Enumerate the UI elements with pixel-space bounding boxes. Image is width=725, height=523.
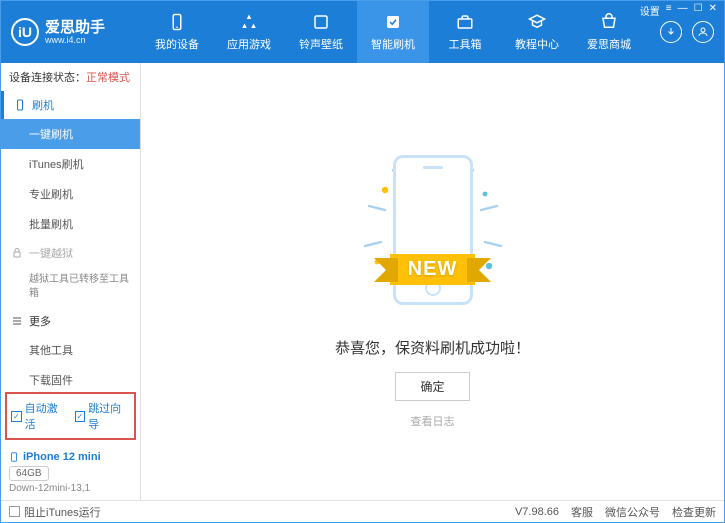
device-name[interactable]: iPhone 12 mini bbox=[9, 450, 132, 464]
sidebar-section-more[interactable]: 更多 bbox=[1, 307, 140, 335]
sidebar-item-batch-flash[interactable]: 批量刷机 bbox=[1, 209, 140, 239]
sidebar-item-oneclick-flash[interactable]: 一键刷机 bbox=[1, 119, 140, 149]
phone-icon bbox=[9, 450, 19, 464]
sidebar: 设备连接状态：正常模式 刷机 一键刷机 iTunes刷机 专业刷机 批量刷机 一… bbox=[1, 63, 141, 500]
user-button[interactable] bbox=[692, 21, 714, 43]
nav-store[interactable]: 爱思商城 bbox=[573, 1, 645, 63]
menu-icon[interactable]: ≡ bbox=[666, 3, 672, 18]
checkbox-icon: ✓ bbox=[75, 411, 86, 422]
device-model: Down-12mini-13,1 bbox=[9, 483, 132, 494]
nav-my-device[interactable]: 我的设备 bbox=[141, 1, 213, 63]
wallpaper-icon bbox=[311, 12, 331, 32]
sidebar-item-download-firmware[interactable]: 下载固件 bbox=[1, 365, 140, 388]
check-update-link[interactable]: 检查更新 bbox=[672, 504, 716, 520]
ok-button[interactable]: 确定 bbox=[395, 372, 469, 401]
version-label: V7.98.66 bbox=[515, 506, 559, 518]
nav-apps[interactable]: 应用游戏 bbox=[213, 1, 285, 63]
minimize-icon[interactable]: — bbox=[678, 3, 688, 18]
app-name: 爱思助手 bbox=[45, 20, 105, 35]
checkbox-icon bbox=[9, 506, 20, 517]
lock-icon bbox=[11, 247, 23, 259]
flash-icon bbox=[383, 12, 403, 32]
device-icon bbox=[167, 12, 187, 32]
checkbox-auto-activate[interactable]: ✓ 自动激活 bbox=[11, 400, 67, 432]
maximize-icon[interactable]: ☐ bbox=[694, 3, 703, 18]
nav-ringtones[interactable]: 铃声壁纸 bbox=[285, 1, 357, 63]
new-ribbon: NEW bbox=[390, 254, 476, 285]
phone-icon bbox=[14, 99, 26, 111]
view-log-link[interactable]: 查看日志 bbox=[411, 413, 455, 429]
sidebar-section-jailbreak: 一键越狱 bbox=[1, 239, 140, 267]
nav-flash[interactable]: 智能刷机 bbox=[357, 1, 429, 63]
settings-link[interactable]: 设置 bbox=[640, 3, 660, 18]
download-button[interactable] bbox=[660, 21, 682, 43]
close-icon[interactable]: ✕ bbox=[709, 3, 717, 18]
sidebar-item-other-tools[interactable]: 其他工具 bbox=[1, 335, 140, 365]
apps-icon bbox=[239, 12, 259, 32]
menu-list-icon bbox=[11, 315, 23, 327]
device-info: iPhone 12 mini 64GB Down-12mini-13,1 bbox=[1, 444, 140, 500]
customer-service-link[interactable]: 客服 bbox=[571, 504, 593, 520]
sidebar-item-itunes-flash[interactable]: iTunes刷机 bbox=[1, 149, 140, 179]
connection-status: 设备连接状态：正常模式 bbox=[1, 63, 140, 91]
logo-icon: iU bbox=[11, 18, 39, 46]
checkbox-icon: ✓ bbox=[11, 411, 22, 422]
toolbox-icon bbox=[455, 12, 475, 32]
app-domain: www.i4.cn bbox=[45, 35, 105, 45]
success-illustration: NEW bbox=[353, 135, 513, 325]
checkbox-block-itunes[interactable]: 阻止iTunes运行 bbox=[9, 504, 101, 520]
main-nav: 我的设备 应用游戏 铃声壁纸 智能刷机 工具箱 教程中心 爱思商城 bbox=[141, 1, 660, 63]
store-icon bbox=[599, 12, 619, 32]
tutorial-icon bbox=[527, 12, 547, 32]
app-header: iU 爱思助手 www.i4.cn 我的设备 应用游戏 铃声壁纸 智能刷机 工具… bbox=[1, 1, 724, 63]
logo: iU 爱思助手 www.i4.cn bbox=[11, 18, 141, 46]
sidebar-item-pro-flash[interactable]: 专业刷机 bbox=[1, 179, 140, 209]
nav-toolbox[interactable]: 工具箱 bbox=[429, 1, 501, 63]
jailbreak-note: 越狱工具已转移至工具箱 bbox=[1, 267, 140, 307]
nav-tutorials[interactable]: 教程中心 bbox=[501, 1, 573, 63]
success-message: 恭喜您，保资料刷机成功啦！ bbox=[335, 337, 530, 358]
sidebar-section-flash[interactable]: 刷机 bbox=[1, 91, 140, 119]
checkbox-skip-setup[interactable]: ✓ 跳过向导 bbox=[75, 400, 131, 432]
wechat-link[interactable]: 微信公众号 bbox=[605, 504, 660, 520]
main-content: NEW 恭喜您，保资料刷机成功啦！ 确定 查看日志 bbox=[141, 63, 724, 500]
options-row: ✓ 自动激活 ✓ 跳过向导 bbox=[5, 392, 136, 440]
footer: 阻止iTunes运行 V7.98.66 客服 微信公众号 检查更新 bbox=[1, 500, 724, 522]
device-storage: 64GB bbox=[9, 466, 49, 481]
